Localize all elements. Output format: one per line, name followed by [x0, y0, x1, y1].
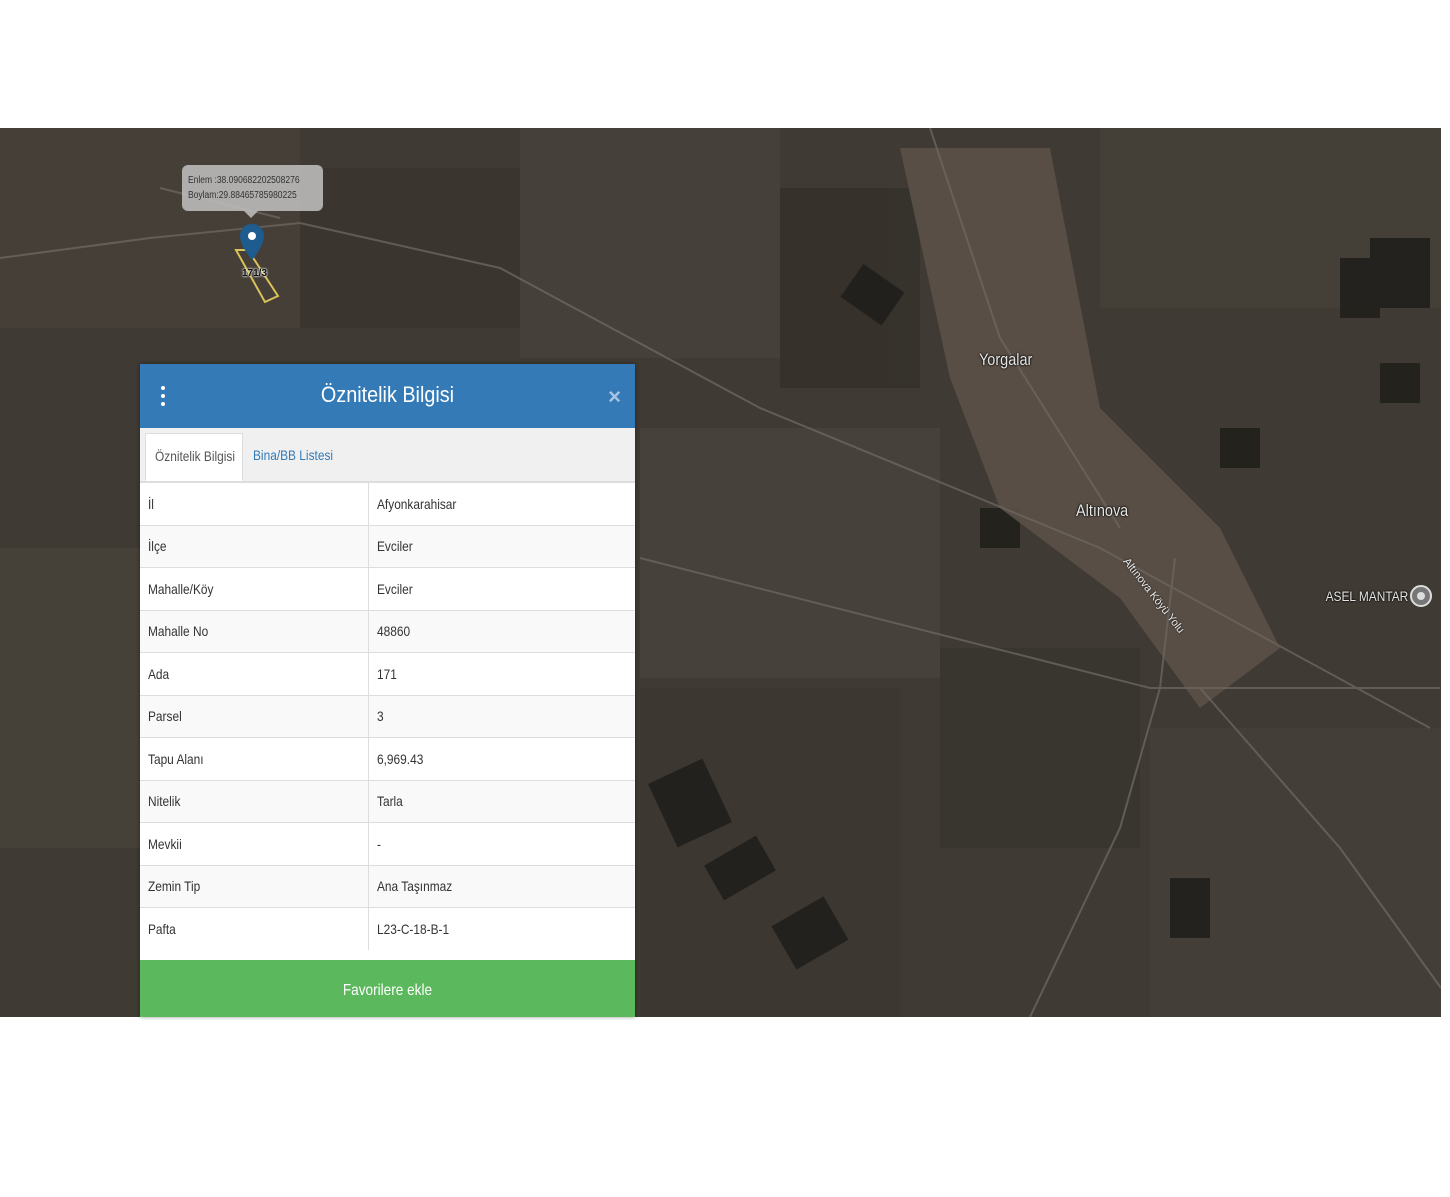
attribute-key-text: Parsel — [148, 708, 182, 725]
attribute-value-text: 3 — [376, 708, 384, 725]
table-row: Nitelik Tarla — [140, 779, 635, 823]
attribute-value-text: 6,969.43 — [376, 750, 423, 767]
attribute-key-text: Mahalle No — [148, 623, 209, 640]
attribute-key: İl — [140, 482, 369, 525]
table-row: Ada 171 — [140, 652, 635, 695]
attribute-value-text: Tarla — [376, 793, 403, 810]
table-row: Pafta L23-C-18-B-1 — [140, 907, 635, 950]
tab-label: Bina/BB Listesi — [253, 447, 334, 463]
attribute-value-text: Evciler — [376, 538, 413, 555]
attribute-value: Afyonkarahisar — [368, 482, 635, 525]
attribute-key: Mahalle No — [140, 609, 369, 653]
attribute-key: Ada — [140, 652, 369, 695]
location-pin-icon[interactable] — [1410, 585, 1433, 607]
coordinate-tooltip: Enlem :38.090682202508276 Boylam:29.8846… — [182, 165, 323, 218]
attribute-key: Tapu Alanı — [140, 737, 369, 780]
attribute-key-text: Nitelik — [148, 793, 181, 810]
attribute-key-text: Zemin Tip — [148, 878, 201, 895]
attribute-value: L23-C-18-B-1 — [368, 907, 635, 950]
table-row: Parsel 3 — [140, 694, 635, 738]
attribute-value-text: 48860 — [376, 623, 410, 640]
tab-label: Öznitelik Bilgisi — [155, 448, 236, 464]
table-row: Zemin Tip Ana Taşınmaz — [140, 864, 635, 908]
attribute-key-text: İl — [148, 495, 154, 512]
attribute-value-text: L23-C-18-B-1 — [376, 921, 449, 937]
panel-title: Öznitelik Bilgisi — [320, 382, 455, 407]
map-pin-icon[interactable] — [238, 222, 266, 262]
attribute-value-text: Ana Taşınmaz — [376, 878, 452, 895]
attribute-value: - — [368, 822, 635, 865]
attribute-value-text: 171 — [376, 665, 397, 682]
latitude-text: Enlem :38.090682202508276 — [188, 175, 300, 186]
attribute-table: İl Afyonkarahisar İlçe Evciler Mahalle/Köy Ev… — [140, 482, 635, 950]
attribute-key: Nitelik — [140, 779, 369, 823]
place-label-yorgalar: Yorgalar — [979, 350, 1033, 369]
parcel-label: 171/3 — [242, 268, 268, 279]
attribute-value: Tarla — [368, 779, 635, 823]
attribute-value: Evciler — [368, 524, 635, 568]
table-row: Mahalle/Köy Evciler — [140, 567, 635, 610]
attribute-key: İlçe — [140, 524, 369, 568]
panel-tabs: Öznitelik Bilgisi Bina/BB Listesi — [140, 428, 635, 482]
button-label: Favorilere ekle — [342, 982, 433, 999]
attribute-key: Zemin Tip — [140, 864, 369, 908]
add-to-favorites-button[interactable]: Favorilere ekle — [140, 960, 635, 1017]
table-row: İl Afyonkarahisar — [140, 482, 635, 525]
poi-marker[interactable]: ASEL MANTAR — [1311, 585, 1433, 607]
attribute-key-text: Mevkii — [148, 835, 182, 852]
table-row: Mahalle No 48860 — [140, 609, 635, 653]
attribute-value: 171 — [368, 652, 635, 695]
attribute-key-text: İlçe — [148, 538, 167, 555]
place-label-altinova: Altınova — [1076, 501, 1129, 520]
tab-building-list[interactable]: Bina/BB Listesi — [244, 433, 356, 481]
attribute-value: 6,969.43 — [368, 737, 635, 780]
attribute-key-text: Ada — [148, 665, 170, 682]
attribute-key: Parsel — [140, 694, 369, 738]
attribute-value-text: Afyonkarahisar — [376, 495, 456, 512]
panel-header: Öznitelik Bilgisi × — [140, 364, 635, 428]
attribute-value-text: - — [376, 835, 381, 852]
attribute-value: 48860 — [368, 609, 635, 653]
poi-label: ASEL MANTAR — [1325, 588, 1409, 604]
tab-attribute-info[interactable]: Öznitelik Bilgisi — [145, 433, 243, 481]
attribute-panel: Öznitelik Bilgisi × Öznitelik Bilgisi Bi… — [140, 364, 635, 1017]
table-row: Mevkii - — [140, 822, 635, 865]
table-row: İlçe Evciler — [140, 524, 635, 568]
attribute-value: 3 — [368, 694, 635, 738]
attribute-value: Ana Taşınmaz — [368, 864, 635, 908]
attribute-value-text: Evciler — [376, 580, 413, 597]
longitude-text: Boylam:29.88465785980225 — [188, 190, 297, 201]
attribute-value: Evciler — [368, 567, 635, 610]
attribute-key-text: Mahalle/Köy — [148, 580, 214, 597]
table-row: Tapu Alanı 6,969.43 — [140, 737, 635, 780]
attribute-key: Pafta — [140, 907, 369, 950]
attribute-key-text: Pafta — [148, 921, 176, 937]
close-icon[interactable]: × — [608, 384, 621, 410]
attribute-key: Mahalle/Köy — [140, 567, 369, 610]
attribute-key: Mevkii — [140, 822, 369, 865]
attribute-key-text: Tapu Alanı — [148, 750, 204, 767]
